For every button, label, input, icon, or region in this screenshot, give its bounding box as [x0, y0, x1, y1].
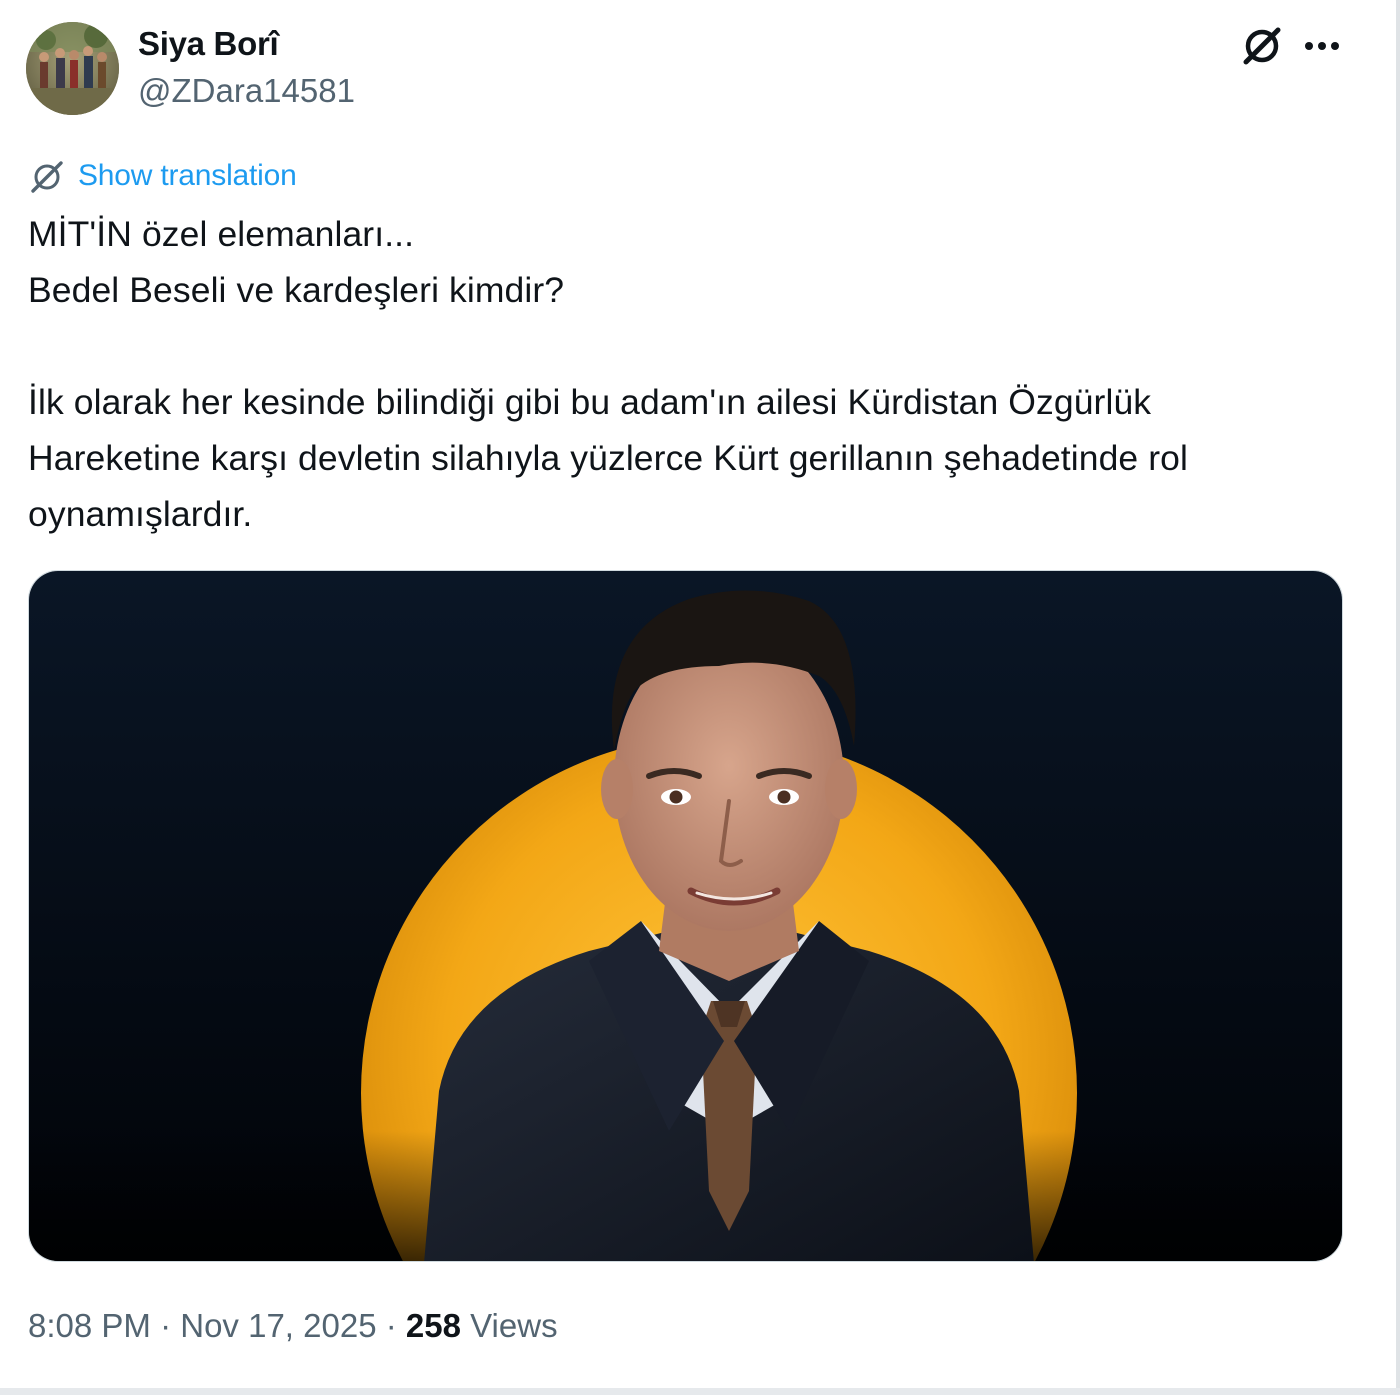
tweet-media-image[interactable] — [28, 570, 1343, 1262]
right-border — [1396, 0, 1400, 1395]
portrait-photo-icon — [29, 571, 1342, 1261]
author-display-name[interactable]: Siya Borî — [138, 24, 279, 64]
meta-separator: · — [385, 1307, 397, 1344]
grok-button[interactable] — [1238, 22, 1286, 70]
more-options-button[interactable] — [1300, 26, 1344, 66]
show-translation-link[interactable]: Show translation — [28, 156, 297, 196]
profile-photo-icon — [26, 22, 119, 115]
tweet-card: Siya Borî @ZDara14581 Show translation M… — [0, 0, 1400, 1395]
tweet-text: MİT'İN özel elemanları... Bedel Beseli v… — [28, 206, 1368, 542]
meta-separator: · — [160, 1307, 172, 1344]
tweet-line: MİT'İN özel elemanları... — [28, 214, 415, 254]
tweet-line: Bedel Beseli ve kardeşleri kimdir? — [28, 270, 565, 310]
bottom-border — [0, 1388, 1400, 1395]
translate-icon — [31, 161, 63, 193]
grok-icon — [1243, 27, 1281, 65]
tweet-line: oynamışlardır. — [28, 494, 253, 534]
show-translation-label: Show translation — [78, 159, 297, 192]
tweet-time[interactable]: 8:08 PM — [28, 1307, 151, 1344]
tweet-line: Hareketine karşı devletin silahıyla yüzl… — [28, 438, 1188, 478]
tweet-line: İlk olarak her kesinde bilindiği gibi bu… — [28, 382, 1152, 422]
tweet-date[interactable]: Nov 17, 2025 — [180, 1307, 376, 1344]
author-avatar[interactable] — [26, 22, 119, 115]
more-options-icon — [1305, 42, 1339, 50]
views-count: 258 — [405, 1307, 461, 1344]
author-handle[interactable]: @ZDara14581 — [138, 71, 355, 111]
tweet-metadata: 8:08 PM · Nov 17, 2025 · 258 Views — [28, 1304, 558, 1348]
views-label: Views — [470, 1307, 558, 1344]
